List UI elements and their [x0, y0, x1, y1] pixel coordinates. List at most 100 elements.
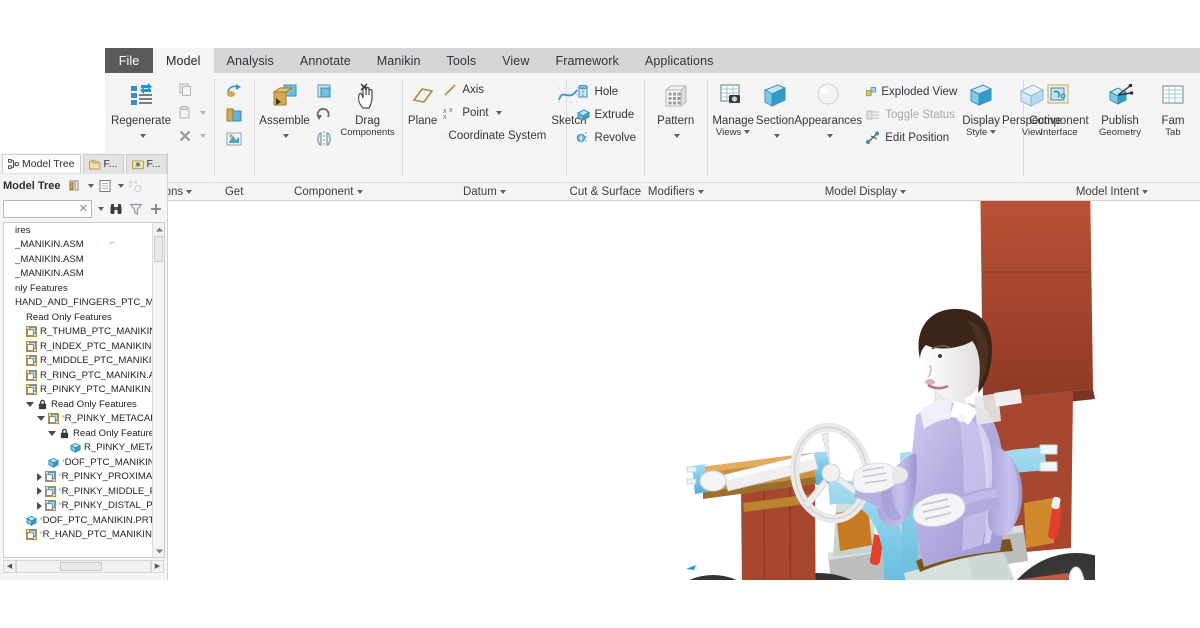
search-input[interactable]: ✕ [3, 199, 92, 218]
tree-row[interactable]: nly Features [4, 281, 152, 296]
scroll-down-button[interactable] [153, 545, 164, 557]
binoculars-find-icon[interactable] [107, 200, 124, 218]
hscroll-right-button[interactable]: ▶ [151, 559, 164, 573]
plane-button[interactable]: Plane [408, 77, 437, 127]
revolve-button[interactable]: Revolve [572, 127, 640, 149]
component-interface-button[interactable]: Component Interface [1029, 77, 1089, 139]
assemble-button[interactable]: Assemble [259, 77, 310, 145]
hscroll-left-button[interactable]: ◀ [3, 559, 16, 573]
merge-icon[interactable] [222, 104, 246, 126]
model-tree-scroll-area[interactable]: ires _MANIKIN.ASM _MANIKIN.ASM _MANIKIN.ASM… [3, 222, 165, 558]
tree-filters-icon[interactable] [66, 177, 83, 195]
tree-row[interactable]: R_INDEX_PTC_MANIKIN.ASM [4, 339, 152, 354]
paste-button[interactable] [174, 102, 209, 124]
tree-row[interactable]: °R_PINKY_DISTAL_PTC_MA [4, 499, 152, 514]
delete-button[interactable] [174, 125, 209, 147]
toggle-status-button[interactable]: Toggle Status [862, 104, 960, 126]
group-label-cut-surface[interactable]: Cut & Surface [566, 182, 645, 200]
coordinate-system-button[interactable]: yz Coordinate System [439, 125, 549, 147]
tree-row[interactable]: °R_PINKY_METACARPAL_P [4, 412, 152, 427]
family-table-button[interactable]: Fam Tab [1151, 77, 1195, 139]
pattern-button[interactable]: Pattern [650, 77, 702, 145]
tree-row[interactable]: _MANIKIN.ASM [4, 252, 152, 267]
display-style-button[interactable]: Display Style [962, 77, 1000, 139]
tree-horizontal-scrollbar[interactable] [16, 559, 151, 573]
search-history-caret[interactable] [98, 206, 104, 211]
tree-columns-icon[interactable] [96, 177, 113, 195]
ribbon-tabstrip[interactable]: File Model Analysis Annotate Manikin Too… [105, 48, 1200, 73]
mirror-component-icon[interactable] [312, 128, 336, 150]
tab-model[interactable]: Model [153, 48, 214, 73]
hole-button[interactable]: Hole [572, 81, 640, 103]
group-label-get-data[interactable]: Get Data [214, 182, 254, 200]
assemble-caret[interactable] [280, 127, 290, 145]
filter-funnel-icon[interactable] [127, 200, 144, 218]
tree-horizontal-scroll-row[interactable]: ◀ ▶ [3, 559, 164, 573]
repeat-icon[interactable] [312, 104, 336, 126]
tree-columns-caret[interactable] [118, 183, 125, 188]
tree-row[interactable]: HAND_AND_FINGERS_PTC_MANIKIN.ASM [4, 296, 152, 311]
section-caret[interactable] [771, 127, 780, 145]
point-button[interactable]: xxx Point [439, 102, 549, 124]
tree-row[interactable]: °R_HAND_PTC_MANIKIN.ASM [4, 528, 152, 543]
tree-vertical-scrollbar[interactable] [152, 223, 164, 557]
panel-tab-model-tree[interactable]: Model Tree [2, 154, 81, 173]
shrinkwrap-icon[interactable] [222, 128, 246, 150]
import-icon[interactable] [222, 80, 246, 102]
manage-views-button[interactable]: Manage Views [712, 77, 754, 139]
model-tree-rows[interactable]: ires _MANIKIN.ASM _MANIKIN.ASM _MANIKIN.ASM… [4, 223, 152, 557]
3d-model-scene[interactable] [168, 153, 1095, 580]
tree-row[interactable]: ires [4, 223, 152, 238]
tree-row[interactable]: °DOF_PTC_MANIKIN.PRT [4, 513, 152, 528]
group-label-model-intent[interactable]: Model Intent [1023, 182, 1200, 200]
copy-button[interactable] [174, 79, 209, 101]
tree-row[interactable]: _MANIKIN.ASM [4, 267, 152, 282]
tab-manikin[interactable]: Manikin [364, 48, 434, 73]
axis-button[interactable]: Axis [439, 79, 549, 101]
tab-tools[interactable]: Tools [434, 48, 490, 73]
edit-position-button[interactable]: Edit Position [862, 127, 960, 149]
tree-row[interactable]: _MANIKIN.ASM [4, 238, 152, 253]
tree-row[interactable]: Read Only Features [4, 310, 152, 325]
tab-analysis[interactable]: Analysis [214, 48, 287, 73]
tab-applications[interactable]: Applications [632, 48, 727, 73]
graphics-viewport[interactable]: x/ [168, 153, 1095, 580]
extrude-button[interactable]: Extrude [572, 104, 640, 126]
tree-row[interactable]: °R_PINKY_MIDDLE_PTC_M [4, 484, 152, 499]
tab-framework[interactable]: Framework [543, 48, 632, 73]
regenerate-caret[interactable] [137, 127, 146, 145]
model-tree-panel-tabs[interactable]: Model Tree F... F... [0, 153, 167, 173]
tree-row[interactable]: R_RING_PTC_MANIKIN.ASM [4, 368, 152, 383]
plus-add-icon[interactable] [147, 200, 164, 218]
appearances-button[interactable]: Appearances [794, 77, 862, 145]
tree-row[interactable]: R_THUMB_PTC_MANIKIN.ASM [4, 325, 152, 340]
appearances-caret[interactable] [824, 127, 833, 145]
group-label-datum[interactable]: Datum [402, 182, 566, 200]
exploded-view-button[interactable]: Exploded View [862, 81, 960, 103]
publish-geometry-button[interactable]: Publish Geometry [1091, 77, 1149, 139]
tree-row[interactable]: Read Only Features [4, 426, 152, 441]
tab-view[interactable]: View [489, 48, 542, 73]
tree-settings-icon[interactable] [126, 177, 143, 195]
tree-scroll-thumb[interactable] [154, 236, 163, 262]
tree-row[interactable]: °DOF_PTC_MANIKIN.PRT [4, 455, 152, 470]
group-label-model-display[interactable]: Model Display [707, 182, 1024, 200]
tree-row[interactable]: Read Only Features [4, 397, 152, 412]
tree-filters-caret[interactable] [88, 183, 95, 188]
tab-file[interactable]: File [105, 48, 153, 73]
panel-tab-folder-browser[interactable]: F... [82, 154, 124, 173]
tree-row[interactable]: °R_PINKY_PROXIMAL_PTC_ [4, 470, 152, 485]
panel-tab-favorites[interactable]: F... [125, 154, 167, 173]
group-label-component[interactable]: Component [254, 182, 403, 200]
pattern-caret[interactable] [671, 127, 681, 145]
tree-row[interactable]: R_PINKY_PTC_MANIKIN.ASM [4, 383, 152, 398]
tab-annotate[interactable]: Annotate [287, 48, 364, 73]
regenerate-button[interactable]: Regenerate [110, 77, 172, 145]
tree-row[interactable]: R_MIDDLE_PTC_MANIKIN.ASM [4, 354, 152, 369]
clear-x-icon[interactable]: ✕ [79, 202, 88, 215]
group-label-modifiers[interactable]: Modifiers [644, 182, 707, 200]
tree-row[interactable]: R_PINKY_METACA [4, 441, 152, 456]
drag-components-button[interactable]: Drag Components [338, 77, 398, 139]
section-button[interactable]: Section [756, 77, 794, 145]
scroll-up-button[interactable] [153, 223, 164, 235]
